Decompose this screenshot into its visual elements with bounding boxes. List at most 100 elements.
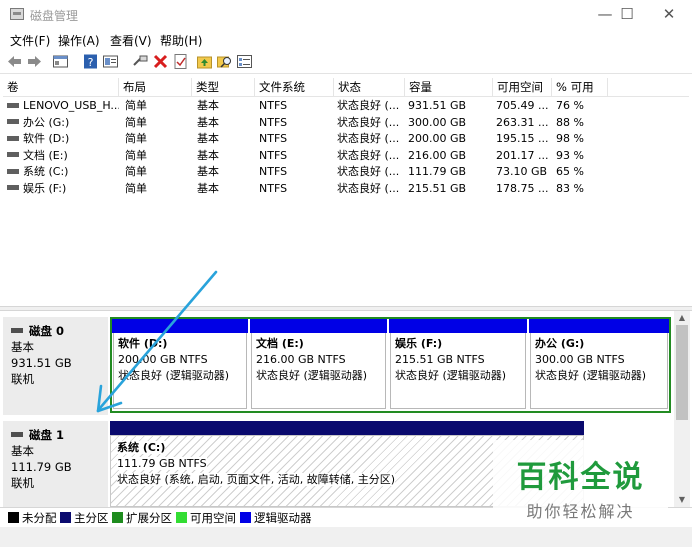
volume-icon bbox=[7, 102, 19, 108]
table-header: 卷 布局 类型 文件系统 状态 容量 可用空间 % 可用 bbox=[3, 78, 689, 97]
disk-0-size: 931.51 GB bbox=[11, 356, 72, 370]
legend-swatch-primary bbox=[60, 512, 71, 523]
cell-filesystem: NTFS bbox=[259, 181, 288, 195]
cell-type: 基本 bbox=[197, 148, 219, 162]
cell-capacity: 215.51 GB bbox=[408, 181, 467, 195]
logical-drive-bar bbox=[389, 319, 527, 333]
maximize-button[interactable]: ☐ bbox=[604, 0, 650, 30]
forward-arrow-icon[interactable] bbox=[26, 53, 43, 70]
legend-swatch-free bbox=[176, 512, 187, 523]
connect-disk-icon[interactable] bbox=[132, 53, 149, 70]
column-filesystem[interactable]: 文件系统 bbox=[255, 78, 334, 97]
cell-percent-free: 88 % bbox=[556, 115, 584, 129]
help-icon[interactable]: ? bbox=[82, 53, 99, 70]
disk-1-label[interactable]: 磁盘 1 基本 111.79 GB 联机 bbox=[3, 421, 108, 507]
search-folder-icon[interactable] bbox=[216, 53, 233, 70]
column-status[interactable]: 状态 bbox=[334, 78, 405, 97]
partition-size: 215.51 GB NTFS bbox=[395, 353, 485, 366]
cell-volume: 办公 (G:) bbox=[5, 115, 119, 131]
menu-help[interactable]: 帮助(H) bbox=[160, 32, 202, 49]
status-bar bbox=[0, 527, 692, 547]
partition-status: 状态良好 (逻辑驱动器) bbox=[118, 369, 230, 382]
cell-percent-free: 76 % bbox=[556, 99, 584, 112]
primary-partition-bar bbox=[110, 421, 584, 435]
logical-drive-bar bbox=[529, 319, 669, 333]
cell-layout: 简单 bbox=[125, 148, 147, 162]
legend-logical: 逻辑驱动器 bbox=[254, 511, 312, 525]
cell-layout: 简单 bbox=[125, 132, 147, 145]
disk-1-name: 磁盘 1 bbox=[29, 428, 65, 442]
disk-0-status: 联机 bbox=[11, 372, 34, 386]
partition-f[interactable]: 娱乐 (F:) 215.51 GB NTFS 状态良好 (逻辑驱动器) bbox=[389, 319, 529, 411]
menu-action[interactable]: 操作(A) bbox=[58, 32, 100, 49]
cell-status: 状态良好 (... bbox=[337, 115, 400, 129]
scroll-up-arrow-icon[interactable]: ▲ bbox=[674, 311, 690, 325]
partition-g[interactable]: 办公 (G:) 300.00 GB NTFS 状态良好 (逻辑驱动器) bbox=[529, 319, 669, 411]
partition-name: 办公 (G:) bbox=[535, 337, 585, 350]
close-button[interactable]: ✕ bbox=[646, 0, 692, 30]
cell-status: 状态良好 (... bbox=[337, 148, 400, 162]
folder-up-icon[interactable] bbox=[196, 53, 213, 70]
console-view-icon[interactable] bbox=[52, 53, 69, 70]
properties-view-icon[interactable] bbox=[102, 53, 119, 70]
cell-type: 基本 bbox=[197, 99, 219, 112]
menu-bar: 文件(F) 操作(A) 查看(V) 帮助(H) bbox=[0, 30, 692, 50]
cell-type: 基本 bbox=[197, 132, 219, 145]
table-row[interactable]: 文档 (E:) 简单 基本 NTFS 状态良好 (... 216.00 GB 2… bbox=[3, 148, 689, 165]
disk-0-label[interactable]: 磁盘 0 基本 931.51 GB 联机 bbox=[3, 317, 108, 415]
cell-volume: LENOVO_USB_H... bbox=[5, 98, 119, 114]
watermark-sub: 助你轻松解决 bbox=[526, 502, 635, 521]
disk-icon bbox=[11, 328, 23, 333]
table-row[interactable]: LENOVO_USB_H... 简单 基本 NTFS 状态良好 (... 931… bbox=[3, 98, 689, 115]
check-document-icon[interactable] bbox=[172, 53, 189, 70]
column-free-space[interactable]: 可用空间 bbox=[493, 78, 552, 97]
volume-icon bbox=[7, 135, 19, 141]
legend-swatch-unallocated bbox=[8, 512, 19, 523]
volume-icon bbox=[7, 185, 19, 190]
settings-list-icon[interactable] bbox=[236, 53, 253, 70]
partition-d[interactable]: 软件 (D:) 200.00 GB NTFS 状态良好 (逻辑驱动器) bbox=[112, 319, 250, 411]
cell-filesystem: NTFS bbox=[259, 115, 288, 129]
table-row[interactable]: 系统 (C:) 简单 基本 NTFS 状态良好 (... 111.79 GB 7… bbox=[3, 164, 689, 181]
cell-type: 基本 bbox=[197, 115, 219, 129]
partition-e[interactable]: 文档 (E:) 216.00 GB NTFS 状态良好 (逻辑驱动器) bbox=[250, 319, 389, 411]
disk-1-status: 联机 bbox=[11, 476, 34, 490]
partition-status: 状态良好 (逻辑驱动器) bbox=[535, 369, 647, 382]
column-percent-free[interactable]: % 可用 bbox=[552, 78, 608, 97]
cell-free-space: 705.49 ... bbox=[496, 99, 549, 112]
column-layout[interactable]: 布局 bbox=[119, 78, 192, 97]
watermark-logo: 百科全说 助你轻松解决 bbox=[493, 440, 668, 525]
back-arrow-icon[interactable] bbox=[6, 53, 23, 70]
partition-name: 娱乐 (F:) bbox=[395, 337, 443, 350]
svg-text:?: ? bbox=[88, 56, 94, 69]
cell-layout: 简单 bbox=[125, 165, 147, 178]
scrollbar-thumb[interactable] bbox=[676, 325, 688, 420]
cell-layout: 简单 bbox=[125, 181, 147, 195]
column-type[interactable]: 类型 bbox=[192, 78, 255, 97]
legend-extended: 扩展分区 bbox=[126, 511, 172, 525]
table-row[interactable]: 软件 (D:) 简单 基本 NTFS 状态良好 (... 200.00 GB 1… bbox=[3, 131, 689, 148]
partition-status: 状态良好 (系统, 启动, 页面文件, 活动, 故障转储, 主分区) bbox=[117, 473, 396, 486]
table-row[interactable]: 娱乐 (F:) 简单 基本 NTFS 状态良好 (... 215.51 GB 1… bbox=[3, 181, 689, 198]
logical-drive-bar bbox=[250, 319, 387, 333]
volume-icon bbox=[7, 152, 19, 157]
cell-percent-free: 93 % bbox=[556, 148, 584, 162]
column-capacity[interactable]: 容量 bbox=[405, 78, 493, 97]
legend-swatch-logical bbox=[240, 512, 251, 523]
cell-volume: 娱乐 (F:) bbox=[5, 181, 119, 197]
cell-filesystem: NTFS bbox=[259, 99, 288, 112]
title-bar: 磁盘管理 — ☐ ✕ bbox=[0, 0, 692, 30]
table-row[interactable]: 办公 (G:) 简单 基本 NTFS 状态良好 (... 300.00 GB 2… bbox=[3, 115, 689, 132]
cell-status: 状态良好 (... bbox=[337, 181, 400, 195]
toolbar: ? bbox=[0, 50, 692, 74]
scroll-down-arrow-icon[interactable]: ▼ bbox=[674, 493, 690, 507]
cell-type: 基本 bbox=[197, 165, 219, 178]
column-volume[interactable]: 卷 bbox=[3, 78, 119, 97]
delete-x-icon[interactable] bbox=[152, 53, 169, 70]
menu-file[interactable]: 文件(F) bbox=[10, 32, 50, 49]
legend-primary: 主分区 bbox=[74, 511, 109, 525]
partition-status: 状态良好 (逻辑驱动器) bbox=[256, 369, 368, 382]
cell-percent-free: 65 % bbox=[556, 165, 584, 178]
menu-view[interactable]: 查看(V) bbox=[110, 32, 152, 49]
disk-1-size: 111.79 GB bbox=[11, 460, 72, 474]
